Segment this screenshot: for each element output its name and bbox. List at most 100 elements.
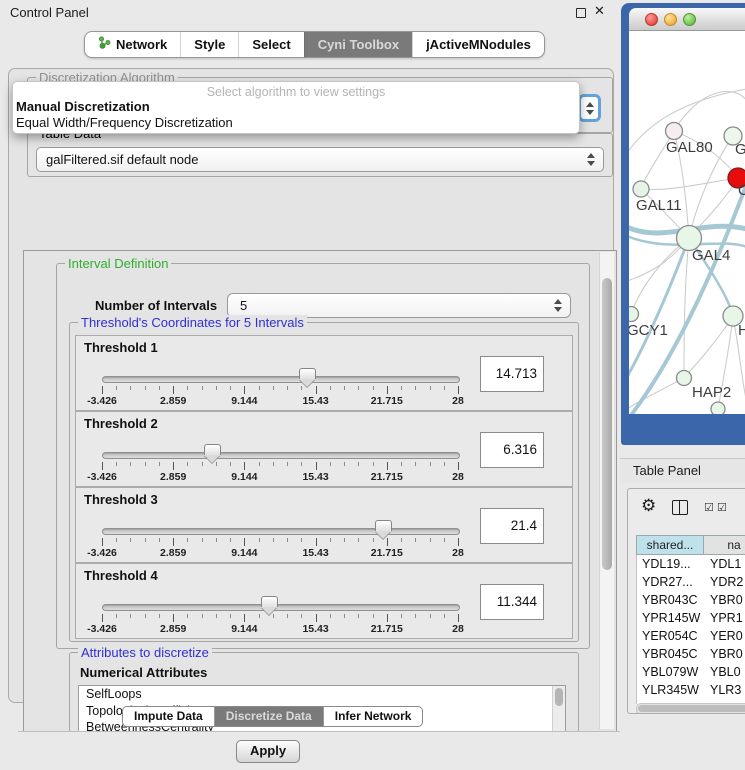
threshold-2-slider[interactable]: -3.4262.8599.14415.4321.71528: [102, 448, 458, 482]
column-header-name[interactable]: na: [704, 535, 745, 555]
threshold-2-label: Threshold 2: [84, 416, 158, 431]
node-gal80[interactable]: [666, 123, 683, 140]
slider-tick-labels: -3.4262.8599.14415.4321.71528: [102, 395, 458, 406]
node-gcy1[interactable]: [629, 307, 639, 322]
list-scrollbar[interactable]: [552, 686, 565, 733]
cyni-bottom-tabbar: Impute Data Discretize Data Infer Networ…: [122, 706, 423, 727]
numerical-attributes-label: Numerical Attributes: [80, 665, 207, 680]
column-header-shared-name[interactable]: shared...: [636, 535, 704, 555]
control-panel-tabbar: Network Style Select Cyni Toolbox jActiv…: [84, 31, 545, 58]
dropdown-hint: Select algorithm to view settings: [13, 85, 579, 99]
threshold-4-value[interactable]: 11.344: [480, 584, 544, 620]
table-row[interactable]: YER054CYER0: [637, 627, 745, 645]
slider-tick-labels: -3.4262.8599.14415.4321.71528: [102, 623, 458, 634]
tab-select[interactable]: Select: [238, 32, 303, 57]
table-row[interactable]: YBR043CYBR0: [637, 591, 745, 609]
cyni-panel-container: Discretization Algorithm Table Data galF…: [8, 68, 614, 703]
slider-handle[interactable]: [204, 444, 221, 455]
threshold-1-box: Threshold 1 -3.4262.8599.14415.4321.7152…: [75, 335, 573, 411]
float-window-icon[interactable]: [576, 8, 586, 18]
apply-button[interactable]: Apply: [236, 740, 300, 763]
scrollbar-thumb[interactable]: [638, 705, 745, 712]
tab-style[interactable]: Style: [180, 32, 238, 57]
checkbox-icon[interactable]: ☑: [704, 501, 714, 514]
threshold-1-slider[interactable]: -3.4262.8599.14415.4321.71528: [102, 372, 458, 406]
slider-ticks: [102, 614, 458, 622]
close-traffic-light-icon[interactable]: [645, 13, 658, 26]
network-window-titlebar[interactable]: [629, 8, 745, 31]
attributes-group-title: Attributes to discretize: [78, 645, 212, 660]
slider-handle[interactable]: [375, 520, 392, 531]
slider-tick-labels: -3.4262.8599.14415.4321.71528: [102, 471, 458, 482]
gear-icon[interactable]: ⚙: [641, 496, 656, 516]
scrollbar-thumb[interactable]: [602, 278, 612, 570]
table-row[interactable]: YDR27...YDR2: [637, 573, 745, 591]
list-item[interactable]: SelfLoops: [79, 686, 565, 703]
slider-handle[interactable]: [261, 596, 278, 607]
thresholds-group-title: Threshold's Coordinates for 5 Intervals: [78, 315, 307, 330]
table-panel-title: Table Panel: [633, 463, 701, 478]
slider-track[interactable]: [102, 452, 460, 459]
close-icon[interactable]: ✕: [594, 3, 605, 19]
node-label: GCY1: [629, 322, 668, 339]
slider-ticks: [102, 538, 458, 546]
dropdown-option-manual-discretization[interactable]: Manual Discretization: [13, 99, 579, 115]
table-row[interactable]: YDL19...YDL1: [637, 555, 745, 573]
network-view-window[interactable]: GAL80 GA C GAL11 GAL4 GCY1 H HAP2: [621, 3, 745, 445]
tab-discretize-data[interactable]: Discretize Data: [214, 707, 323, 726]
combo-arrows-icon: [554, 298, 563, 313]
threshold-3-slider[interactable]: -3.4262.8599.14415.4321.71528: [102, 524, 458, 558]
node-label: C: [738, 182, 745, 199]
threshold-2-value[interactable]: 6.316: [480, 432, 544, 468]
table-horizontal-scrollbar[interactable]: [636, 703, 745, 714]
panel-scrollbar[interactable]: [599, 252, 614, 729]
slider-ticks: [102, 462, 458, 470]
tab-infer-network[interactable]: Infer Network: [323, 707, 423, 726]
slider-track[interactable]: [102, 528, 460, 535]
node-label: H: [738, 322, 745, 339]
network-canvas[interactable]: GAL80 GA C GAL11 GAL4 GCY1 H HAP2: [629, 31, 745, 414]
threshold-2-box: Threshold 2 -3.4262.8599.14415.4321.7152…: [75, 411, 573, 487]
table-row[interactable]: YPR145WYPR1: [637, 609, 745, 627]
settings-scroll-panel: Interval Definition Number of Intervals …: [23, 250, 617, 733]
node-label: GAL11: [636, 197, 682, 214]
table-body: YDL19...YDL1 YDR27...YDR2 YBR043CYBR0 YP…: [636, 555, 745, 704]
node-hap2[interactable]: [677, 371, 692, 386]
number-of-intervals-label: Number of Intervals: [95, 298, 217, 313]
minimize-traffic-light-icon[interactable]: [664, 13, 677, 26]
dropdown-option-equal-width[interactable]: Equal Width/Frequency Discretization: [13, 115, 579, 131]
node-label: GA: [735, 141, 745, 158]
interval-definition-title: Interval Definition: [65, 256, 171, 271]
table-row[interactable]: YLR345WYLR3: [637, 681, 745, 699]
threshold-3-label: Threshold 3: [84, 492, 158, 507]
slider-track[interactable]: [102, 604, 460, 611]
slider-track[interactable]: [102, 376, 460, 383]
scrollbar-thumb[interactable]: [555, 688, 563, 706]
tab-impute-data[interactable]: Impute Data: [123, 707, 214, 726]
node-gal11[interactable]: [633, 181, 649, 197]
network-icon: [98, 32, 111, 57]
tab-jactivemnodules[interactable]: jActiveMNodules: [412, 32, 544, 57]
threshold-3-box: Threshold 3 -3.4262.8599.14415.4321.7152…: [75, 487, 573, 563]
zoom-traffic-light-icon[interactable]: [683, 13, 696, 26]
tab-cyni-toolbox[interactable]: Cyni Toolbox: [304, 32, 412, 57]
threshold-1-value[interactable]: 14.713: [480, 356, 544, 392]
tab-network[interactable]: Network: [85, 32, 180, 57]
threshold-3-value[interactable]: 21.4: [480, 508, 544, 544]
node-bottom[interactable]: [711, 402, 725, 414]
table-row[interactable]: YBL079WYBL0: [637, 663, 745, 681]
slider-handle[interactable]: [299, 368, 316, 379]
node-label: GAL80: [666, 139, 713, 156]
table-panel-box: ⚙ ☑ ☑ shared... na YDL19...YDL1 YDR27...…: [627, 488, 745, 714]
threshold-4-label: Threshold 4: [84, 568, 158, 583]
checkbox-icon[interactable]: ☑: [717, 501, 727, 514]
threshold-4-slider[interactable]: -3.4262.8599.14415.4321.71528: [102, 600, 458, 634]
tab-network-label: Network: [116, 32, 167, 57]
table-panel-header: Table Panel: [620, 458, 745, 483]
table-data-combobox[interactable]: galFiltered.sif default node: [36, 147, 604, 172]
combo-arrows-icon: [587, 152, 596, 167]
columns-icon[interactable]: [672, 500, 688, 515]
table-row[interactable]: YBR045CYBR0: [637, 645, 745, 663]
algorithm-combobox[interactable]: [578, 94, 601, 122]
combo-arrows-icon: [586, 101, 595, 116]
